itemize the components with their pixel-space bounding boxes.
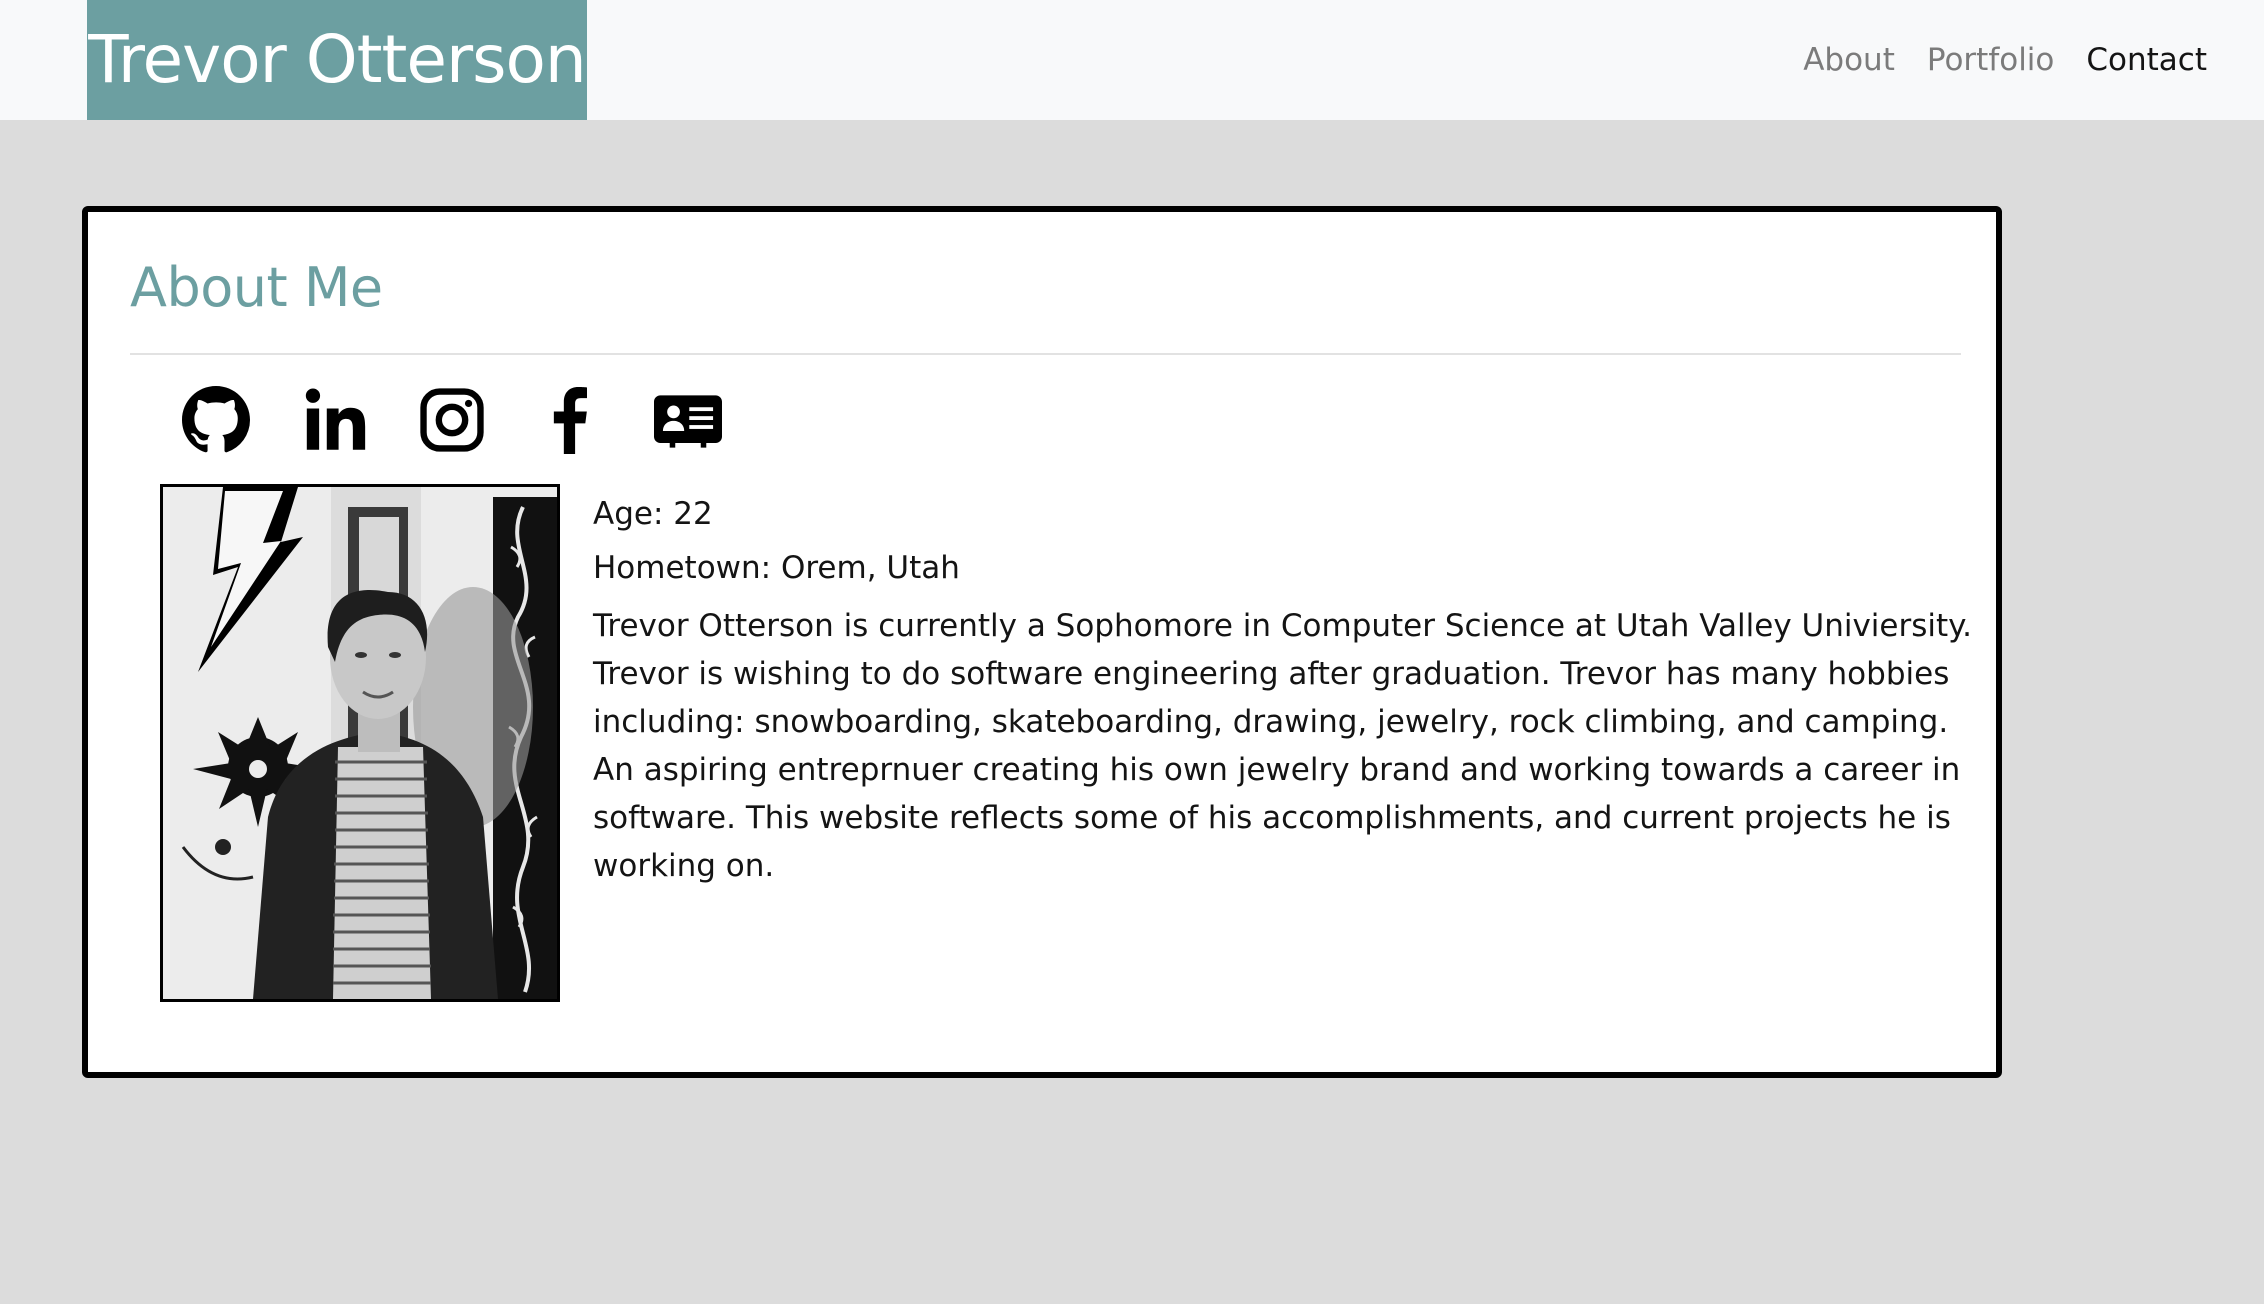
age-text: Age: 22 — [593, 496, 713, 532]
section-title: About Me — [130, 256, 383, 319]
about-info: Age: 22 Hometown: Orem, Utah Trevor Otte… — [593, 494, 1973, 890]
brand-title[interactable]: Trevor Otterson — [87, 0, 587, 120]
about-card: About Me Age: 22 Hometown: Orem, Utah Tr… — [82, 206, 2002, 1078]
github-icon[interactable] — [180, 386, 252, 454]
navbar: Trevor Otterson About Portfolio Contact — [0, 0, 2264, 120]
social-icons — [180, 386, 770, 454]
contact-card-icon[interactable] — [652, 386, 724, 454]
facebook-icon[interactable] — [534, 386, 606, 454]
nav-link-portfolio[interactable]: Portfolio — [1927, 42, 2055, 78]
instagram-icon[interactable] — [416, 386, 488, 454]
linkedin-icon[interactable] — [298, 386, 370, 454]
nav-link-about[interactable]: About — [1803, 42, 1895, 78]
nav-link-contact[interactable]: Contact — [2086, 42, 2207, 78]
divider — [130, 353, 1961, 355]
nav-links: About Portfolio Contact — [1803, 0, 2207, 120]
profile-photo — [160, 484, 560, 1002]
bio-text: Trevor Otterson is currently a Sophomore… — [593, 608, 1972, 884]
hometown-text: Hometown: Orem, Utah — [593, 550, 960, 586]
